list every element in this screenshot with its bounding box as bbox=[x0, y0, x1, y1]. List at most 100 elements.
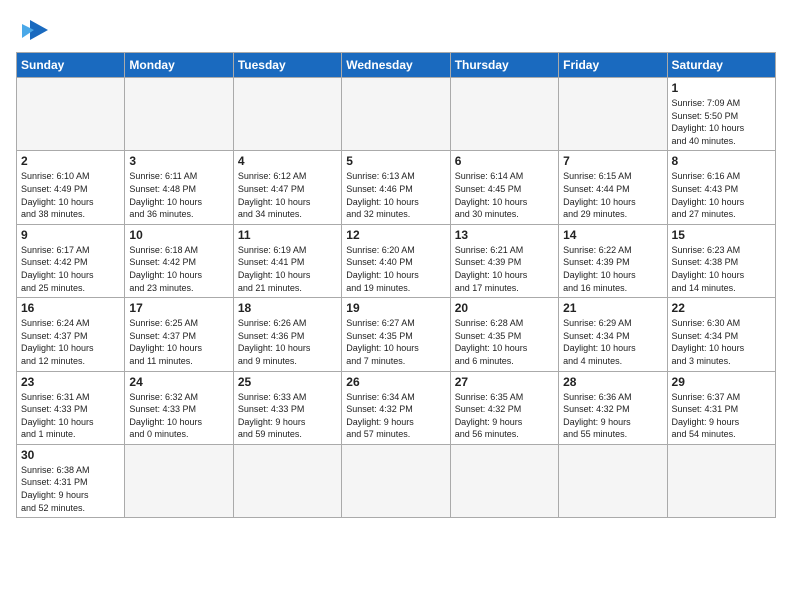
calendar-cell: 13Sunrise: 6:21 AM Sunset: 4:39 PM Dayli… bbox=[450, 224, 558, 297]
calendar-cell: 18 Sunrise: 6:26 AM Sunset: 4:36 PM Dayli… bbox=[233, 298, 341, 371]
header-thursday: Thursday bbox=[450, 53, 558, 78]
calendar-cell: 15 Sunrise: 6:23 AM Sunset: 4:38 PM Dayli… bbox=[667, 224, 775, 297]
date-number: 3 bbox=[129, 154, 228, 168]
date-number: 2 bbox=[21, 154, 120, 168]
day-info: Sunrise: 6:23 AM Sunset: 4:38 PM Dayligh… bbox=[672, 244, 771, 294]
calendar-cell: 1 Sunrise: 7:09 AM Sunset: 5:50 PM Daylig… bbox=[667, 78, 775, 151]
date-number: 6 bbox=[455, 154, 554, 168]
day-info: Sunrise: 6:17 AM Sunset: 4:42 PM Dayligh… bbox=[21, 244, 120, 294]
calendar-cell: 3Sunrise: 6:11 AM Sunset: 4:48 PM Daylig… bbox=[125, 151, 233, 224]
date-number: 5 bbox=[346, 154, 445, 168]
calendar-cell bbox=[342, 78, 450, 151]
day-info: Sunrise: 6:30 AM Sunset: 4:34 PM Dayligh… bbox=[672, 317, 771, 367]
date-number: 7 bbox=[563, 154, 662, 168]
calendar-cell: 26 Sunrise: 6:34 AM Sunset: 4:32 PM Dayli… bbox=[342, 371, 450, 444]
date-number: 14 bbox=[563, 228, 662, 242]
calendar-week-1: 1 Sunrise: 7:09 AM Sunset: 5:50 PM Daylig… bbox=[17, 78, 776, 151]
calendar-cell bbox=[450, 444, 558, 517]
date-number: 10 bbox=[129, 228, 228, 242]
calendar-cell: 17Sunrise: 6:25 AM Sunset: 4:37 PM Dayli… bbox=[125, 298, 233, 371]
calendar-cell: 27 Sunrise: 6:35 AM Sunset: 4:32 PM Dayli… bbox=[450, 371, 558, 444]
date-number: 20 bbox=[455, 301, 554, 315]
day-info: Sunrise: 6:37 AM Sunset: 4:31 PM Dayligh… bbox=[672, 391, 771, 441]
date-number: 26 bbox=[346, 375, 445, 389]
calendar-cell bbox=[233, 444, 341, 517]
calendar-week-6: 30Sunrise: 6:38 AM Sunset: 4:31 PM Dayli… bbox=[17, 444, 776, 517]
calendar-cell: 21Sunrise: 6:29 AM Sunset: 4:34 PM Dayli… bbox=[559, 298, 667, 371]
date-number: 15 bbox=[672, 228, 771, 242]
day-info: Sunrise: 6:15 AM Sunset: 4:44 PM Dayligh… bbox=[563, 170, 662, 220]
calendar-cell: 6 Sunrise: 6:14 AM Sunset: 4:45 PM Daylig… bbox=[450, 151, 558, 224]
calendar-cell: 23 Sunrise: 6:31 AM Sunset: 4:33 PM Dayli… bbox=[17, 371, 125, 444]
calendar-week-3: 9 Sunrise: 6:17 AM Sunset: 4:42 PM Daylig… bbox=[17, 224, 776, 297]
day-info: Sunrise: 6:25 AM Sunset: 4:37 PM Dayligh… bbox=[129, 317, 228, 367]
date-number: 8 bbox=[672, 154, 771, 168]
day-info: Sunrise: 6:27 AM Sunset: 4:35 PM Dayligh… bbox=[346, 317, 445, 367]
date-number: 19 bbox=[346, 301, 445, 315]
day-info: Sunrise: 6:14 AM Sunset: 4:45 PM Dayligh… bbox=[455, 170, 554, 220]
calendar-cell: 7 Sunrise: 6:15 AM Sunset: 4:44 PM Daylig… bbox=[559, 151, 667, 224]
date-number: 1 bbox=[672, 81, 771, 95]
calendar-cell bbox=[559, 444, 667, 517]
header bbox=[16, 16, 776, 44]
day-info: Sunrise: 6:18 AM Sunset: 4:42 PM Dayligh… bbox=[129, 244, 228, 294]
calendar-cell: 11 Sunrise: 6:19 AM Sunset: 4:41 PM Dayli… bbox=[233, 224, 341, 297]
date-number: 16 bbox=[21, 301, 120, 315]
header-sunday: Sunday bbox=[17, 53, 125, 78]
day-info: Sunrise: 6:16 AM Sunset: 4:43 PM Dayligh… bbox=[672, 170, 771, 220]
calendar-week-5: 23 Sunrise: 6:31 AM Sunset: 4:33 PM Dayli… bbox=[17, 371, 776, 444]
day-info: Sunrise: 6:33 AM Sunset: 4:33 PM Dayligh… bbox=[238, 391, 337, 441]
day-info: Sunrise: 6:28 AM Sunset: 4:35 PM Dayligh… bbox=[455, 317, 554, 367]
calendar-cell: 20 Sunrise: 6:28 AM Sunset: 4:35 PM Dayli… bbox=[450, 298, 558, 371]
calendar-cell bbox=[125, 78, 233, 151]
date-number: 29 bbox=[672, 375, 771, 389]
date-number: 18 bbox=[238, 301, 337, 315]
calendar-cell bbox=[125, 444, 233, 517]
calendar-cell: 29 Sunrise: 6:37 AM Sunset: 4:31 PM Dayli… bbox=[667, 371, 775, 444]
calendar-cell: 24 Sunrise: 6:32 AM Sunset: 4:33 PM Dayli… bbox=[125, 371, 233, 444]
day-info: Sunrise: 6:34 AM Sunset: 4:32 PM Dayligh… bbox=[346, 391, 445, 441]
calendar-header-row: SundayMondayTuesdayWednesdayThursdayFrid… bbox=[17, 53, 776, 78]
day-info: Sunrise: 6:20 AM Sunset: 4:40 PM Dayligh… bbox=[346, 244, 445, 294]
date-number: 9 bbox=[21, 228, 120, 242]
date-number: 24 bbox=[129, 375, 228, 389]
calendar-cell: 10 Sunrise: 6:18 AM Sunset: 4:42 PM Dayli… bbox=[125, 224, 233, 297]
day-info: Sunrise: 6:35 AM Sunset: 4:32 PM Dayligh… bbox=[455, 391, 554, 441]
calendar: SundayMondayTuesdayWednesdayThursdayFrid… bbox=[16, 52, 776, 518]
day-info: Sunrise: 6:29 AM Sunset: 4:34 PM Dayligh… bbox=[563, 317, 662, 367]
calendar-week-4: 16 Sunrise: 6:24 AM Sunset: 4:37 PM Dayli… bbox=[17, 298, 776, 371]
day-info: Sunrise: 6:31 AM Sunset: 4:33 PM Dayligh… bbox=[21, 391, 120, 441]
calendar-cell: 8 Sunrise: 6:16 AM Sunset: 4:43 PM Daylig… bbox=[667, 151, 775, 224]
day-info: Sunrise: 6:38 AM Sunset: 4:31 PM Dayligh… bbox=[21, 464, 120, 514]
date-number: 27 bbox=[455, 375, 554, 389]
day-info: Sunrise: 6:26 AM Sunset: 4:36 PM Dayligh… bbox=[238, 317, 337, 367]
day-info: Sunrise: 6:12 AM Sunset: 4:47 PM Dayligh… bbox=[238, 170, 337, 220]
date-number: 22 bbox=[672, 301, 771, 315]
calendar-cell: 16 Sunrise: 6:24 AM Sunset: 4:37 PM Dayli… bbox=[17, 298, 125, 371]
header-saturday: Saturday bbox=[667, 53, 775, 78]
date-number: 23 bbox=[21, 375, 120, 389]
date-number: 11 bbox=[238, 228, 337, 242]
header-friday: Friday bbox=[559, 53, 667, 78]
date-number: 28 bbox=[563, 375, 662, 389]
day-info: Sunrise: 6:19 AM Sunset: 4:41 PM Dayligh… bbox=[238, 244, 337, 294]
day-info: Sunrise: 6:24 AM Sunset: 4:37 PM Dayligh… bbox=[21, 317, 120, 367]
date-number: 25 bbox=[238, 375, 337, 389]
calendar-cell bbox=[17, 78, 125, 151]
day-info: Sunrise: 6:32 AM Sunset: 4:33 PM Dayligh… bbox=[129, 391, 228, 441]
day-info: Sunrise: 6:13 AM Sunset: 4:46 PM Dayligh… bbox=[346, 170, 445, 220]
header-wednesday: Wednesday bbox=[342, 53, 450, 78]
date-number: 13 bbox=[455, 228, 554, 242]
day-info: Sunrise: 7:09 AM Sunset: 5:50 PM Dayligh… bbox=[672, 97, 771, 147]
calendar-week-2: 2Sunrise: 6:10 AM Sunset: 4:49 PM Daylig… bbox=[17, 151, 776, 224]
calendar-cell bbox=[342, 444, 450, 517]
header-monday: Monday bbox=[125, 53, 233, 78]
logo-icon bbox=[20, 16, 52, 44]
calendar-cell: 2Sunrise: 6:10 AM Sunset: 4:49 PM Daylig… bbox=[17, 151, 125, 224]
calendar-cell: 4Sunrise: 6:12 AM Sunset: 4:47 PM Daylig… bbox=[233, 151, 341, 224]
calendar-cell: 25 Sunrise: 6:33 AM Sunset: 4:33 PM Dayli… bbox=[233, 371, 341, 444]
calendar-cell bbox=[667, 444, 775, 517]
day-info: Sunrise: 6:36 AM Sunset: 4:32 PM Dayligh… bbox=[563, 391, 662, 441]
calendar-cell: 5 Sunrise: 6:13 AM Sunset: 4:46 PM Daylig… bbox=[342, 151, 450, 224]
calendar-cell: 28 Sunrise: 6:36 AM Sunset: 4:32 PM Dayli… bbox=[559, 371, 667, 444]
